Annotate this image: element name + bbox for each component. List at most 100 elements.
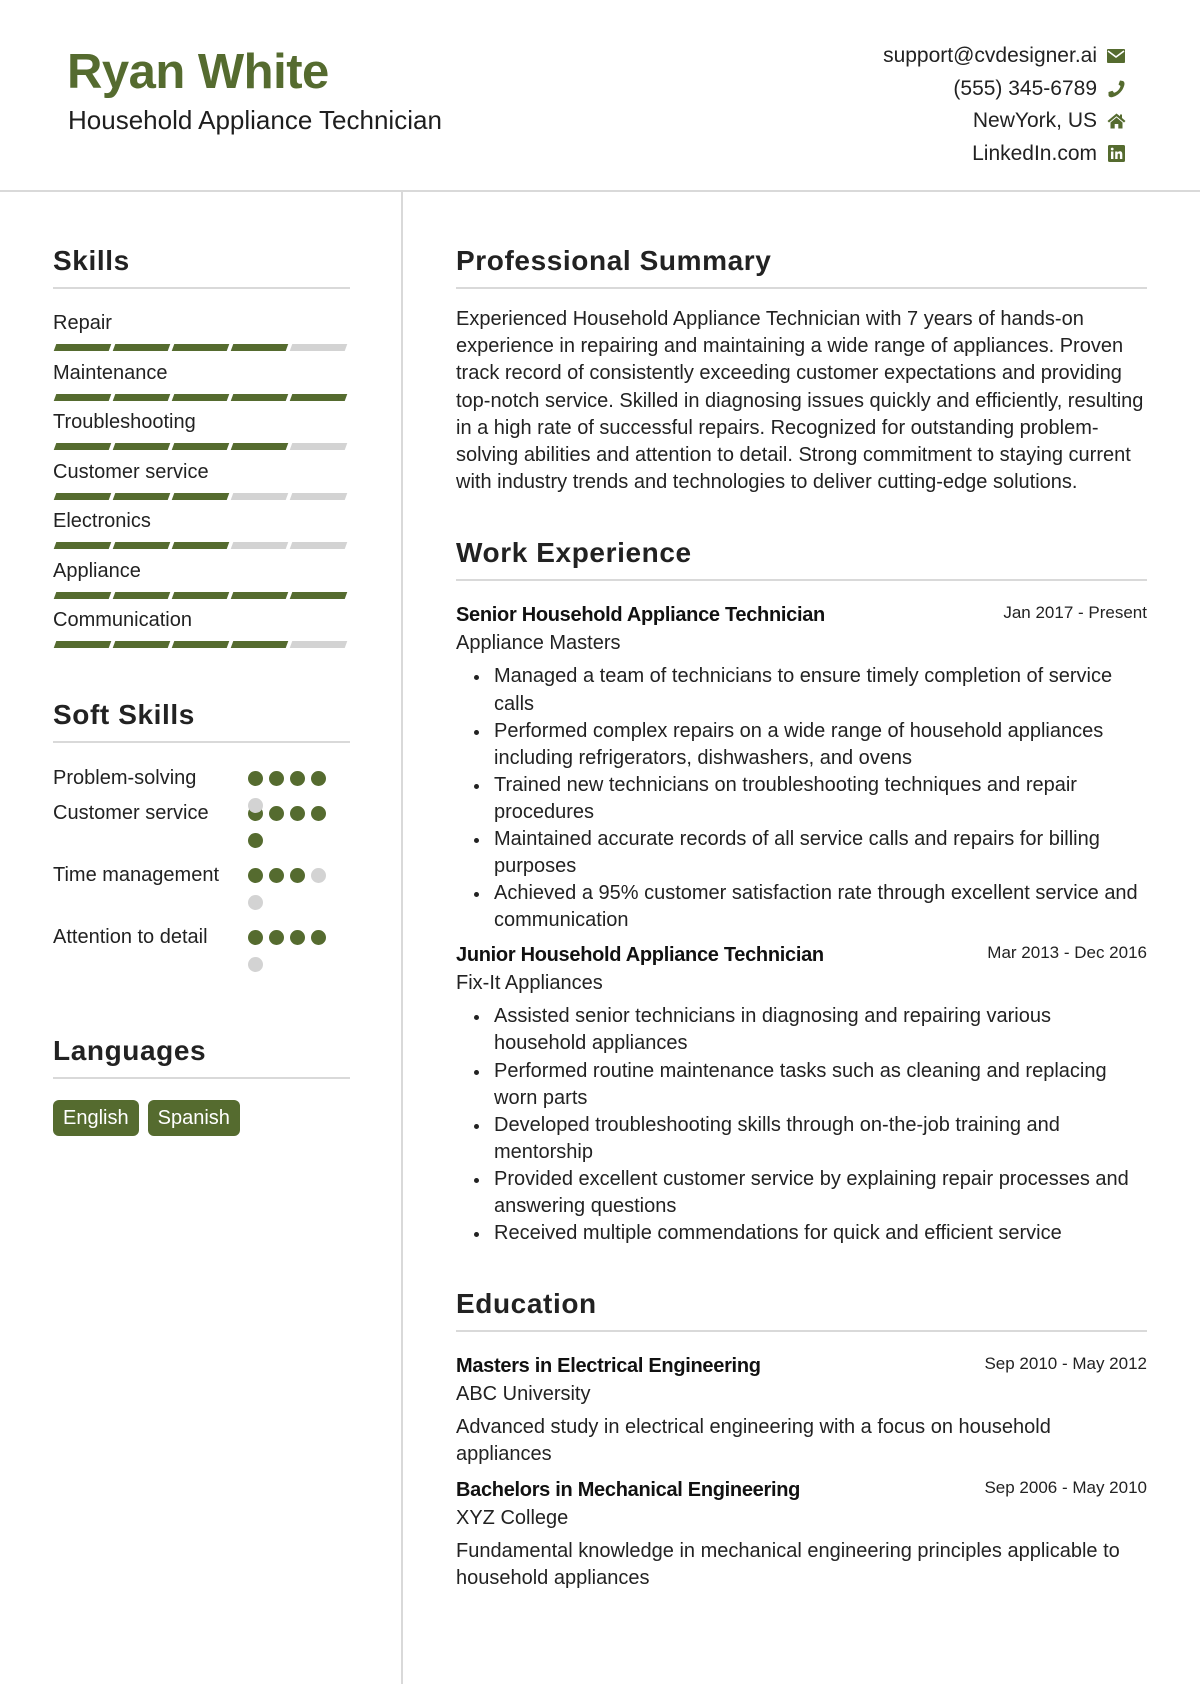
soft-skill-item: Attention to detail [53,924,350,986]
skill-bar-filled [112,542,171,549]
rating-dot-filled [290,867,305,883]
skill-bar-filled [112,492,171,500]
contact-location-text: NewYork, US [972,109,1097,133]
skill-bar-empty [289,443,348,450]
education-description: Advanced study in electrical engineering… [456,1416,1051,1466]
bullet-item: Trained new technicians on troubleshooti… [474,772,1147,826]
skill-bar-filled [53,492,112,500]
bullet-item: Received multiple commendations for quic… [474,1220,1147,1247]
skill-level-meter [53,641,350,648]
rating-dot-filled [311,929,326,945]
skill-level-meter [53,492,350,500]
skill-name: Maintenance [53,361,168,384]
rating-dot-empty [248,894,263,910]
skill-item: Customer service [53,458,350,508]
skill-bar-empty [289,492,348,500]
skill-name: Troubleshooting [53,411,196,433]
skills-section: Skills Repair Maintenance Troubleshooting C… [53,240,350,656]
rating-dot-empty [248,956,263,972]
skill-bar-filled [230,344,289,351]
soft-skills-section: Soft Skills Problem-solving Customer serv… [53,694,350,986]
job-dates: Mar 2013 - Dec 2016 [987,943,1147,963]
skills-list: Repair Maintenance Troubleshooting Customer… [53,309,350,656]
skill-item: Troubleshooting [53,408,350,458]
soft-skill-rating [248,765,338,825]
skill-bar-filled [289,591,348,599]
skill-level-meter [53,393,350,401]
soft-skill-item: Time management [53,862,350,924]
soft-skill-item: Problem-solving [53,765,350,813]
contact-linkedin[interactable]: LinkedIn.com [883,138,1126,171]
skill-item: Repair [53,309,350,359]
candidate-name: Ryan White [67,45,329,99]
work-entry: Senior Household Appliance Technician Ja… [456,601,1147,934]
skill-bar-filled [171,641,230,648]
skill-level-meter [53,542,350,549]
soft-skill-rating [248,924,338,984]
skill-name: Communication [53,609,192,631]
skill-bar-filled [112,641,171,648]
company-name: Appliance Masters [456,632,621,655]
bullet-item: Achieved a 95% customer satisfaction rat… [474,880,1147,934]
rating-dot-filled [248,867,263,883]
company-name: Fix-It Appliances [456,972,603,995]
education-dates: Sep 2010 - May 2012 [984,1354,1147,1374]
contact-phone[interactable]: (555) 345-6789 [883,73,1126,106]
rating-dot-empty [311,867,326,883]
job-dates: Jan 2017 - Present [1003,603,1147,623]
bullet-item: Maintained accurate records of all servi… [474,826,1147,880]
skill-bar-filled [171,393,230,401]
rating-dot-filled [248,929,263,945]
skill-bar-filled [112,591,171,599]
linkedin-icon [1106,144,1126,164]
skill-bar-empty [289,641,348,648]
skill-bar-filled [230,393,289,401]
contact-email[interactable]: support@cvdesigner.ai [883,40,1126,73]
rating-dot-filled [311,770,326,786]
contact-email-text[interactable]: support@cvdesigner.ai [883,40,1097,72]
skill-bar-empty [230,542,289,549]
bullet-item: Performed routine maintenance tasks such… [474,1058,1147,1112]
skill-bar-filled [289,393,348,401]
column-divider [401,192,403,1684]
education-description: Fundamental knowledge in mechanical engi… [456,1539,1120,1589]
summary-text: Experienced Household Appliance Technici… [456,308,1144,494]
contact-linkedin-text[interactable]: LinkedIn.com [972,138,1097,170]
skill-bar-filled [53,591,112,599]
work-experience-heading: Work Experience [456,532,1147,582]
job-bullets: Managed a team of technicians to ensure … [456,663,1147,934]
skill-name: Repair [53,312,112,334]
soft-skill-name: Time management [53,863,219,886]
school-name: XYZ College [456,1506,569,1529]
sidebar: Skills Repair Maintenance Troubleshooting C… [53,240,350,1136]
school-name: ABC University [456,1383,591,1406]
education-dates: Sep 2006 - May 2010 [984,1477,1147,1497]
summary-section: Professional Summary Experienced Househo… [456,240,1147,496]
skills-heading: Skills [53,240,350,289]
work-experience-section: Work Experience Senior Household Applian… [456,532,1147,1247]
skill-bar-filled [171,591,230,599]
skill-bar-filled [112,443,171,450]
skill-bar-empty [289,542,348,549]
soft-skill-name: Customer service [53,801,209,824]
skill-bar-filled [53,641,112,648]
bullet-item: Performed complex repairs on a wide rang… [474,718,1147,772]
skill-bar-empty [289,344,348,351]
soft-skills-heading: Soft Skills [53,694,350,743]
skill-item: Maintenance [53,359,350,409]
job-title: Junior Household Appliance Technician [456,944,824,967]
contact-phone-text[interactable]: (555) 345-6789 [953,73,1097,105]
soft-skill-name: Attention to detail [53,925,208,948]
skill-name: Electronics [53,510,151,532]
skill-item: Appliance [53,557,350,607]
languages-heading: Languages [53,1030,350,1079]
education-section: Education Masters in Electrical Engineer… [456,1283,1147,1592]
language-badge-english: English [53,1099,139,1136]
skill-name: Appliance [53,559,141,582]
contact-list: support@cvdesigner.ai (555) 345-6789 New… [883,40,1126,170]
resume-header: Ryan White Household Appliance Technicia… [0,0,1200,192]
skill-bar-filled [53,393,112,401]
job-bullets: Assisted senior technicians in diagnosin… [456,1003,1147,1247]
skill-bar-filled [230,641,289,648]
skill-name: Customer service [53,460,209,483]
